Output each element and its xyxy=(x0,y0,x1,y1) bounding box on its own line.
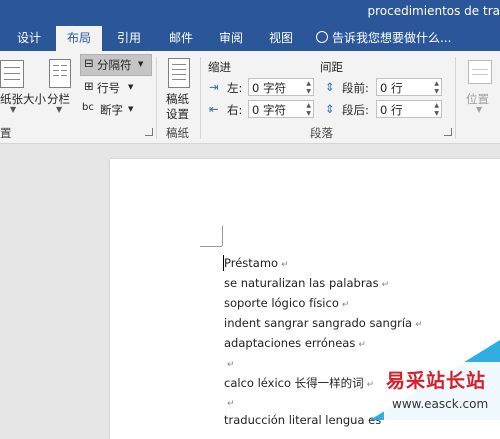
spin-down-icon[interactable]: ▼ xyxy=(434,88,439,95)
paper-size-icon xyxy=(0,60,24,88)
spacing-header: 间距 xyxy=(320,59,343,75)
tab-references[interactable]: 引用 xyxy=(108,26,150,51)
indent-right-icon: ⇤ xyxy=(209,102,219,116)
paper-size-button[interactable]: 纸张大小 xyxy=(0,91,46,107)
line-numbers-icon: ⊞ xyxy=(84,79,94,93)
manuscript-button-line1[interactable]: 稿纸 xyxy=(166,91,189,107)
chevron-down-icon: ▼ xyxy=(138,60,143,68)
spacing-after-icon: ⇕ xyxy=(325,102,335,116)
spacing-before-icon: ⇕ xyxy=(325,80,335,94)
spacing-before-input[interactable]: 0 行 ▲ ▼ xyxy=(376,78,442,96)
page-setup-group-label: 置 xyxy=(0,125,12,141)
doc-line[interactable]: se naturalizan las palabras↵ xyxy=(224,276,389,290)
indent-left-input[interactable]: 0 字符 ▲ ▼ xyxy=(248,78,314,96)
doc-line[interactable]: ↵ xyxy=(224,356,235,370)
tell-me-text: 告诉我您想要做什么... xyxy=(332,31,451,45)
chevron-down-icon: ▼ xyxy=(10,105,16,114)
indent-header: 缩进 xyxy=(208,59,231,75)
ribbon-tabs: 设计 布局 引用 邮件 审阅 视图 告诉我您想要做什么... xyxy=(0,26,500,51)
indent-right-input[interactable]: 0 字符 ▲ ▼ xyxy=(248,100,314,118)
doc-line[interactable]: calco léxico 长得一样的词↵ xyxy=(224,375,374,391)
doc-line[interactable]: traducción literal lengua es xyxy=(224,413,381,427)
manuscript-button-line2[interactable]: 设置 xyxy=(166,106,189,122)
chevron-down-icon: ▼ xyxy=(128,105,133,113)
tab-design[interactable]: 设计 xyxy=(8,26,50,51)
tab-mailings[interactable]: 邮件 xyxy=(160,26,202,51)
doc-line[interactable]: adaptaciones erróneas↵ xyxy=(224,336,366,350)
spin-down-icon[interactable]: ▼ xyxy=(306,110,311,117)
spin-up-icon[interactable]: ▲ xyxy=(434,102,439,109)
spin-up-icon[interactable]: ▲ xyxy=(306,102,311,109)
paragraph-launcher-icon[interactable] xyxy=(444,128,452,136)
margin-crop-mark xyxy=(222,226,223,246)
spin-down-icon[interactable]: ▼ xyxy=(434,110,439,117)
doc-line[interactable]: Préstamo↵ xyxy=(224,256,289,270)
indent-right-label: 右: xyxy=(227,102,242,118)
chevron-down-icon: ▼ xyxy=(128,83,133,91)
hyphenation-icon: bc xyxy=(82,102,94,113)
doc-line[interactable]: soporte lógico físico↵ xyxy=(224,296,349,310)
document-title: procedimientos de tra xyxy=(368,4,500,18)
indent-left-icon: ⇥ xyxy=(209,80,219,94)
position-icon xyxy=(468,60,492,84)
breaks-button[interactable]: 分隔符 xyxy=(97,57,132,73)
tell-me-search[interactable]: 告诉我您想要做什么... xyxy=(316,26,451,51)
line-numbers-button[interactable]: 行号 xyxy=(97,80,120,96)
tab-review[interactable]: 审阅 xyxy=(210,26,252,51)
manuscript-icon xyxy=(168,58,190,88)
doc-line[interactable]: indent sangrar sangrado sangría↵ xyxy=(224,316,423,330)
spacing-after-input[interactable]: 0 行 ▲ ▼ xyxy=(376,100,442,118)
doc-line[interactable]: ↵ xyxy=(224,395,235,409)
spacing-after-label: 段后: xyxy=(342,102,369,118)
spin-down-icon[interactable]: ▼ xyxy=(306,88,311,95)
group-divider xyxy=(455,57,456,139)
columns-icon xyxy=(49,59,71,88)
ribbon-panel xyxy=(0,51,500,144)
manuscript-group-label: 稿纸 xyxy=(166,125,189,141)
indent-left-label: 左: xyxy=(227,80,242,96)
tab-view[interactable]: 视图 xyxy=(260,26,302,51)
watermark-text: 易采站长站 xyxy=(386,366,486,393)
watermark-url: www.easck.com xyxy=(392,397,488,411)
chevron-down-icon: ▼ xyxy=(476,105,482,114)
group-divider xyxy=(200,57,201,139)
title-bar: procedimientos de tra xyxy=(0,0,500,26)
spin-up-icon[interactable]: ▲ xyxy=(306,80,311,87)
margin-crop-mark xyxy=(200,246,222,247)
breaks-icon: ⊟ xyxy=(84,56,94,70)
page-setup-launcher-icon[interactable] xyxy=(145,128,153,136)
hyphenation-button[interactable]: 断字 xyxy=(100,102,123,118)
tab-layout[interactable]: 布局 xyxy=(56,26,102,51)
spacing-before-label: 段前: xyxy=(342,80,369,96)
chevron-down-icon: ▼ xyxy=(56,105,62,114)
spin-up-icon[interactable]: ▲ xyxy=(434,80,439,87)
paragraph-group-label: 段落 xyxy=(310,125,333,141)
lightbulb-icon xyxy=(316,31,328,43)
group-divider xyxy=(156,57,157,139)
